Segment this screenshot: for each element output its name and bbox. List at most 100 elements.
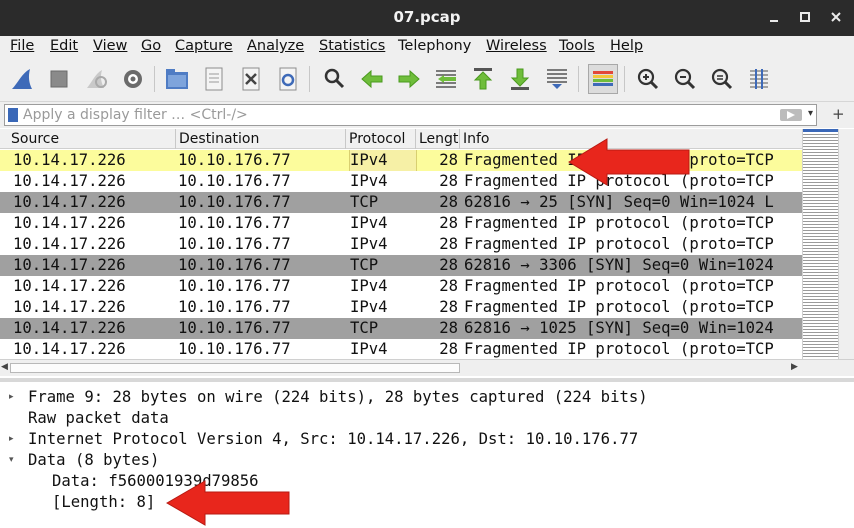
detail-row-length[interactable]: [Length: 8]: [0, 492, 854, 513]
cell-destination: 10.10.176.77: [178, 319, 291, 337]
go-back-button[interactable]: [358, 65, 386, 93]
window-title: 07.pcap: [393, 8, 461, 26]
cell-source: 10.14.17.226: [13, 235, 126, 253]
reload-file-icon: [279, 67, 297, 91]
zoom-out-icon: [674, 68, 696, 90]
start-capture-button[interactable]: [8, 65, 36, 93]
capture-options-button[interactable]: [119, 65, 147, 93]
reload-file-button[interactable]: [274, 65, 302, 93]
cell-protocol: IPv4: [350, 235, 388, 253]
go-forward-button[interactable]: [395, 65, 423, 93]
cell-info: Fragmented IP protocol (proto=TCP: [464, 340, 774, 358]
cell-protocol: IPv4: [350, 214, 388, 232]
detail-row-ipv4[interactable]: ▸ Internet Protocol Version 4, Src: 10.1…: [0, 429, 854, 450]
find-packet-button[interactable]: [320, 65, 348, 93]
packet-row[interactable]: 10.14.17.226 10.10.176.77 IPv4 28 Fragme…: [0, 213, 802, 234]
packet-row[interactable]: 10.14.17.226 10.10.176.77 TCP 28 62816 →…: [0, 318, 802, 339]
first-packet-button[interactable]: [469, 65, 497, 93]
add-filter-button[interactable]: +: [832, 105, 845, 123]
filter-dropdown-icon[interactable]: ▾: [808, 108, 813, 119]
cell-destination: 10.10.176.77: [178, 214, 291, 232]
horizontal-scrollbar[interactable]: ◀ ▶: [0, 359, 802, 376]
maximize-button[interactable]: [795, 7, 815, 27]
detail-text: Internet Protocol Version 4, Src: 10.14.…: [28, 430, 639, 448]
packet-minimap-scrollbar[interactable]: [802, 129, 839, 359]
column-header-length[interactable]: Lengt: [416, 129, 460, 149]
display-filter-bar: ▾ +: [0, 102, 854, 128]
menu-telephony[interactable]: Telephony: [398, 36, 471, 56]
packet-row[interactable]: 10.14.17.226 10.10.176.77 IPv4 28 Fragme…: [0, 339, 802, 360]
packet-row[interactable]: 10.14.17.226 10.10.176.77 IPv4 28 Fragme…: [0, 234, 802, 255]
cell-source: 10.14.17.226: [13, 340, 126, 358]
cell-length: 28: [439, 340, 458, 358]
menu-edit[interactable]: Edit: [50, 36, 78, 56]
menu-go[interactable]: Go: [141, 36, 161, 56]
menu-file[interactable]: File: [10, 36, 34, 56]
packet-row[interactable]: 10.14.17.226 10.10.176.77 IPv4 28 Fragme…: [0, 297, 802, 318]
cell-length: 28: [439, 277, 458, 295]
cell-info: 62816 → 25 [SYN] Seq=0 Win=1024 L: [464, 193, 774, 211]
menu-help[interactable]: Help: [610, 36, 643, 56]
detail-row-frame[interactable]: ▸ Frame 9: 28 bytes on wire (224 bits), …: [0, 387, 854, 408]
colorize-button[interactable]: [588, 64, 618, 94]
menu-view[interactable]: View: [93, 36, 127, 56]
cell-destination: 10.10.176.77: [178, 298, 291, 316]
save-file-icon: [205, 67, 223, 91]
cell-source: 10.14.17.226: [13, 214, 126, 232]
resize-columns-icon: [750, 69, 768, 89]
close-file-button[interactable]: [237, 65, 265, 93]
last-packet-button[interactable]: [506, 65, 534, 93]
cell-protocol: IPv4: [350, 172, 388, 190]
column-header-destination[interactable]: Destination: [176, 129, 346, 149]
filter-bookmark-icon[interactable]: [8, 108, 18, 122]
go-to-packet-button[interactable]: [432, 65, 460, 93]
toolbar-separator: [578, 66, 579, 92]
restart-capture-button[interactable]: [82, 65, 110, 93]
resize-columns-button[interactable]: [745, 65, 773, 93]
packet-row[interactable]: 10.14.17.226 10.10.176.77 IPv4 28 Fragme…: [0, 276, 802, 297]
column-header-protocol[interactable]: Protocol: [346, 129, 416, 149]
packet-list: Source Destination Protocol Lengt Info 1…: [0, 129, 854, 376]
menu-statistics[interactable]: Statistics: [319, 36, 385, 56]
minimize-button[interactable]: [764, 7, 784, 27]
autoscroll-button[interactable]: [543, 65, 571, 93]
menu-tools[interactable]: Tools: [559, 36, 595, 56]
zoom-out-button[interactable]: [671, 65, 699, 93]
close-button[interactable]: [826, 7, 846, 27]
packet-row[interactable]: 10.14.17.226 10.10.176.77 TCP 28 62816 →…: [0, 255, 802, 276]
menu-wireless[interactable]: Wireless: [486, 36, 547, 56]
toolbar-separator: [624, 66, 625, 92]
cell-source: 10.14.17.226: [13, 256, 126, 274]
autoscroll-icon: [547, 69, 567, 89]
horizontal-scroll-thumb[interactable]: [10, 363, 460, 373]
detail-row-raw[interactable]: Raw packet data: [0, 408, 854, 429]
stop-capture-button[interactable]: [45, 65, 73, 93]
apply-filter-arrow-icon[interactable]: [780, 109, 802, 121]
last-packet-icon: [510, 68, 530, 90]
cell-length: 28: [439, 172, 458, 190]
packet-row[interactable]: 10.14.17.226 10.10.176.77 TCP 28 62816 →…: [0, 192, 802, 213]
zoom-in-button[interactable]: [634, 65, 662, 93]
scroll-left-icon[interactable]: ◀: [1, 362, 8, 372]
open-file-button[interactable]: [163, 65, 191, 93]
menu-analyze[interactable]: Analyze: [247, 36, 304, 56]
column-header-source[interactable]: Source: [8, 129, 176, 149]
toolbar-separator: [154, 66, 155, 92]
cell-source: 10.14.17.226: [13, 298, 126, 316]
collapse-arrow-icon[interactable]: ▾: [9, 450, 14, 471]
expand-arrow-icon[interactable]: ▸: [9, 387, 14, 408]
display-filter-input[interactable]: [23, 106, 773, 124]
cell-protocol: TCP: [350, 256, 379, 274]
normal-size-button[interactable]: [708, 65, 736, 93]
scroll-right-icon[interactable]: ▶: [791, 362, 798, 372]
detail-row-data-bytes[interactable]: Data: f560001939d79856: [0, 471, 854, 492]
cell-protocol: IPv4: [350, 340, 388, 358]
open-file-icon: [166, 69, 188, 89]
menu-capture[interactable]: Capture: [175, 36, 233, 56]
expand-arrow-icon[interactable]: ▸: [9, 429, 14, 450]
save-file-button[interactable]: [200, 65, 228, 93]
vertical-scrollbar[interactable]: [838, 129, 854, 359]
cell-destination: 10.10.176.77: [178, 151, 291, 169]
cell-protocol: TCP: [350, 319, 379, 337]
detail-row-data[interactable]: ▾ Data (8 bytes): [0, 450, 854, 471]
